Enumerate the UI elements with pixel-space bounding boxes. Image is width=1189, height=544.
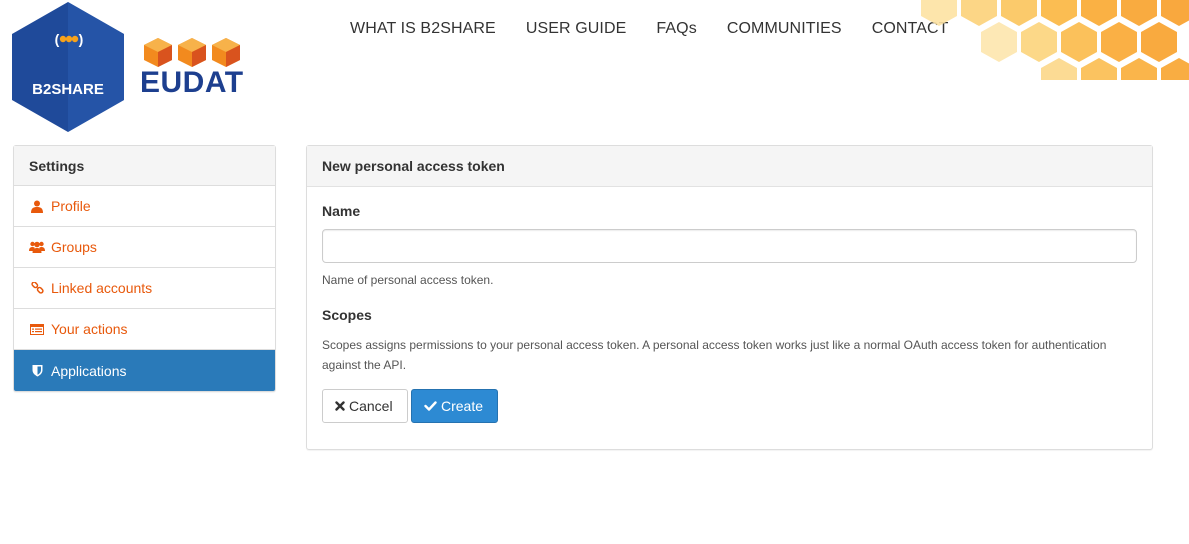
honeycomb-decoration [921,0,1189,80]
svg-text:): ) [79,31,84,47]
panel-title: New personal access token [307,146,1152,187]
token-name-input[interactable] [322,229,1137,263]
eudat-cubes-icon [144,38,240,67]
scopes-help-text: Scopes assigns permissions to your perso… [322,338,1107,372]
settings-sidebar: Settings Profile Groups Linked accounts … [13,145,276,392]
cancel-button-label: Cancel [349,398,393,414]
users-icon [29,240,45,254]
shield-icon [29,364,45,378]
name-label: Name [322,203,361,219]
sidebar-item-applications[interactable]: Applications [14,350,275,391]
name-help-text: Name of personal access token. [322,273,494,287]
main-nav: WHAT IS B2SHARE USER GUIDE FAQs COMMUNIT… [350,18,979,40]
svg-text:(: ( [55,31,60,47]
b2share-logo-text: B2SHARE [32,81,104,98]
nav-user-guide[interactable]: USER GUIDE [526,18,627,40]
sidebar-item-label: Applications [51,362,127,379]
sidebar-item-label: Groups [51,239,97,255]
sidebar-item-groups[interactable]: Groups [14,227,275,268]
sidebar-item-label: Profile [51,198,91,214]
sidebar-item-label: Your actions [51,321,128,337]
nav-communities[interactable]: COMMUNITIES [727,18,842,40]
form-actions: Cancel Create [322,389,1137,423]
sidebar-item-linked-accounts[interactable]: Linked accounts [14,268,275,309]
check-icon [424,401,437,411]
create-button[interactable]: Create [411,389,498,423]
site-header: ( ) B2SHARE EUDAT WHAT IS B2SHARE USER G… [0,0,1189,135]
cancel-button[interactable]: Cancel [322,389,408,423]
user-icon [29,199,45,213]
scopes-label: Scopes [322,307,372,323]
token-form: Name Name of personal access token. Scop… [307,187,1152,439]
nav-faqs[interactable]: FAQs [656,18,696,40]
sidebar-item-profile[interactable]: Profile [14,186,275,227]
new-token-panel: New personal access token Name Name of p… [306,145,1153,450]
create-button-label: Create [441,398,484,414]
link-icon [29,281,45,295]
sidebar-item-your-actions[interactable]: Your actions [14,309,275,350]
sidebar-heading: Settings [14,146,275,186]
sidebar-item-label: Linked accounts [51,280,153,296]
b2share-logo[interactable]: ( ) B2SHARE [12,2,124,132]
close-icon [335,401,345,411]
list-icon [29,322,45,336]
eudat-logo[interactable]: EUDAT [140,36,246,98]
nav-what-is-b2share[interactable]: WHAT IS B2SHARE [350,18,496,40]
eudat-logo-text: EUDAT [140,66,244,99]
